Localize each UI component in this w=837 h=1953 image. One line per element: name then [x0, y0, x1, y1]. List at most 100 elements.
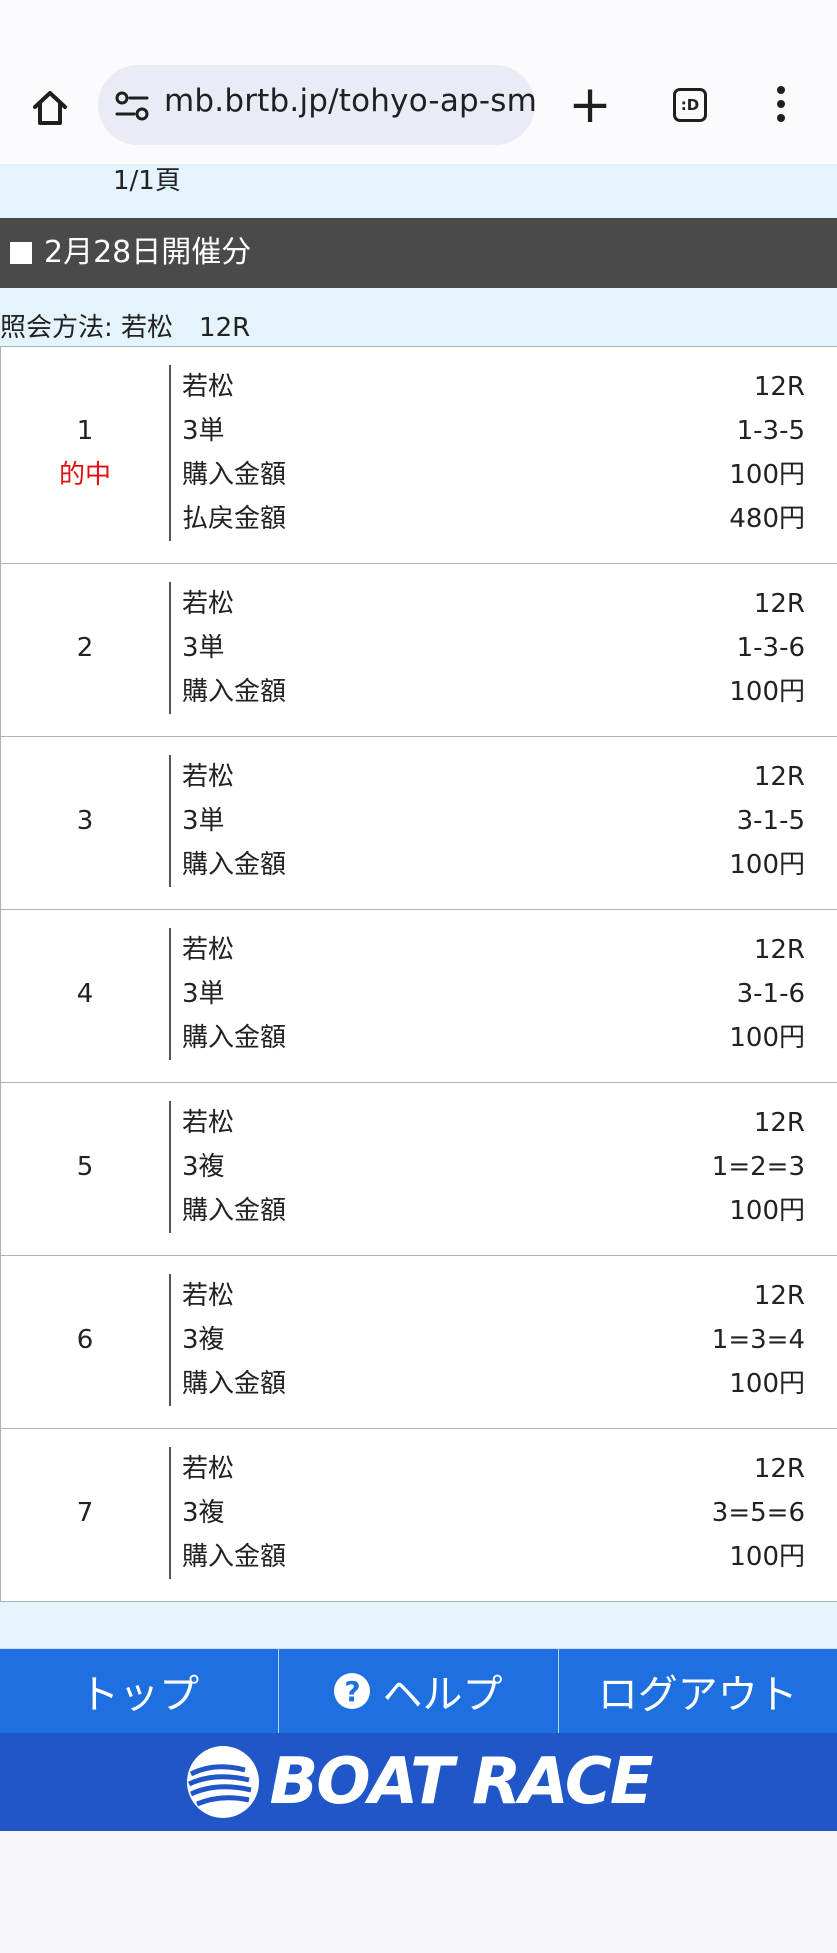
bet-detail-line: 若松 12R: [182, 365, 805, 409]
bet-detail-line: 3複 3=5=6: [182, 1491, 805, 1535]
detail-value: 100円: [729, 1023, 805, 1053]
bet-number: 1: [76, 416, 94, 446]
more-menu-icon[interactable]: [776, 86, 786, 126]
date-header-text: 2月28日開催分: [44, 235, 252, 270]
detail-value: 100円: [729, 850, 805, 880]
detail-value: 12R: [753, 589, 805, 619]
detail-key: 購入金額: [182, 1542, 287, 1572]
detail-key: 購入金額: [182, 850, 287, 880]
bet-detail-line: 購入金額 100円: [182, 670, 805, 714]
row-divider: [169, 365, 171, 541]
hit-status: 的中: [58, 460, 111, 490]
bet-list: 1 的中 若松 12R 3単 1-3-5 購入金額 100円 払戻金額 480円 2 若松 12R 3単 1…: [0, 346, 837, 1602]
bet-detail-line: 購入金額 100円: [182, 1535, 805, 1579]
bet-detail-line: 若松 12R: [182, 1101, 805, 1145]
bet-detail-line: 購入金額 100円: [182, 453, 805, 497]
detail-key: 払戻金額: [182, 504, 287, 534]
date-header: 2月28日開催分: [0, 218, 837, 288]
detail-key: 若松: [182, 762, 235, 792]
help-button[interactable]: ? ヘルプ: [279, 1649, 559, 1733]
bet-detail-line: 払戻金額 480円: [182, 497, 805, 541]
row-divider: [169, 582, 171, 714]
browser-toolbar: mb.brtb.jp/tohyo-ap-smt + :D: [0, 0, 837, 165]
detail-value: 1=3=4: [711, 1325, 805, 1355]
detail-value: 100円: [729, 1369, 805, 1399]
bet-number: 5: [76, 1152, 94, 1182]
detail-value: 12R: [753, 1454, 805, 1484]
bet-detail-line: 3単 3-1-5: [182, 799, 805, 843]
detail-key: 若松: [182, 1108, 235, 1138]
bet-detail-line: 購入金額 100円: [182, 1016, 805, 1060]
detail-key: 3複: [182, 1325, 225, 1355]
site-settings-icon[interactable]: [114, 89, 150, 123]
bet-row: 7 若松 12R 3複 3=5=6 購入金額 100円: [0, 1429, 837, 1602]
top-button[interactable]: トップ: [0, 1649, 280, 1733]
detail-value: 3=5=6: [711, 1498, 805, 1528]
bet-detail-line: 若松 12R: [182, 582, 805, 626]
bet-detail-line: 3単 3-1-6: [182, 972, 805, 1016]
detail-value: 100円: [729, 1196, 805, 1226]
bet-detail-line: 3複 1=3=4: [182, 1318, 805, 1362]
bet-number: 3: [76, 806, 94, 836]
bet-detail-line: 若松 12R: [182, 755, 805, 799]
detail-key: 3単: [182, 416, 225, 446]
detail-key: 3単: [182, 633, 225, 663]
bet-detail-line: 購入金額 100円: [182, 1362, 805, 1406]
detail-value: 100円: [729, 460, 805, 490]
detail-key: 購入金額: [182, 460, 287, 490]
detail-key: 若松: [182, 372, 235, 402]
detail-key: 3単: [182, 979, 225, 1009]
pager: 1/1頁: [0, 164, 837, 218]
row-divider: [169, 928, 171, 1060]
detail-key: 3複: [182, 1498, 225, 1528]
logout-button[interactable]: ログアウト: [559, 1649, 837, 1733]
bet-detail-line: 購入金額 100円: [182, 843, 805, 887]
bet-detail-line: 若松 12R: [182, 1447, 805, 1491]
detail-value: 1=2=3: [711, 1152, 805, 1182]
help-question-icon: ?: [334, 1673, 371, 1709]
bet-row: 3 若松 12R 3単 3-1-5 購入金額 100円: [0, 737, 837, 910]
bet-number: 4: [76, 979, 94, 1009]
detail-value: 100円: [729, 677, 805, 707]
row-divider: [169, 1447, 171, 1579]
tab-switcher-button[interactable]: :D: [673, 88, 707, 122]
query-method: 照会方法: 若松 12R: [0, 288, 837, 346]
row-divider: [169, 755, 171, 887]
detail-value: 100円: [729, 1542, 805, 1572]
detail-value: 12R: [753, 935, 805, 965]
home-icon[interactable]: [26, 84, 74, 132]
detail-value: 3-1-5: [736, 806, 805, 836]
page-bottom: [0, 1831, 837, 1929]
detail-value: 480円: [729, 504, 805, 534]
detail-value: 12R: [753, 762, 805, 792]
detail-value: 1-3-5: [736, 416, 805, 446]
bet-row: 1 的中 若松 12R 3単 1-3-5 購入金額 100円払戻金額 480円: [0, 347, 837, 564]
bet-number: 7: [76, 1498, 94, 1528]
detail-key: 若松: [182, 935, 235, 965]
detail-key: 購入金額: [182, 1023, 287, 1053]
square-bullet-icon: [10, 242, 32, 264]
footer-nav: トップ ? ヘルプ ログアウト: [0, 1648, 837, 1733]
new-tab-plus-icon[interactable]: +: [568, 79, 612, 131]
detail-value: 12R: [753, 1281, 805, 1311]
row-divider: [169, 1274, 171, 1406]
detail-value: 3-1-6: [736, 979, 805, 1009]
bet-detail-line: 若松 12R: [182, 1274, 805, 1318]
detail-key: 若松: [182, 1281, 235, 1311]
detail-key: 購入金額: [182, 1196, 287, 1226]
footer-spacer: [0, 1602, 837, 1648]
bet-detail-line: 3単 1-3-6: [182, 626, 805, 670]
address-bar[interactable]: mb.brtb.jp/tohyo-ap-smt: [98, 65, 535, 145]
help-label: ヘルプ: [382, 1672, 503, 1718]
bet-detail-line: 購入金額 100円: [182, 1189, 805, 1233]
bet-detail-line: 3単 1-3-5: [182, 409, 805, 453]
pager-text: 1/1頁: [113, 166, 181, 196]
detail-value: 1-3-6: [736, 633, 805, 663]
bet-number: 2: [76, 633, 94, 663]
bet-row: 4 若松 12R 3単 3-1-6 購入金額 100円: [0, 910, 837, 1083]
detail-key: 3単: [182, 806, 225, 836]
url-text[interactable]: mb.brtb.jp/tohyo-ap-smt: [164, 83, 535, 119]
brand-banner: BOAT RACE: [0, 1733, 837, 1831]
bet-detail-line: 3複 1=2=3: [182, 1145, 805, 1189]
detail-value: 12R: [753, 372, 805, 402]
